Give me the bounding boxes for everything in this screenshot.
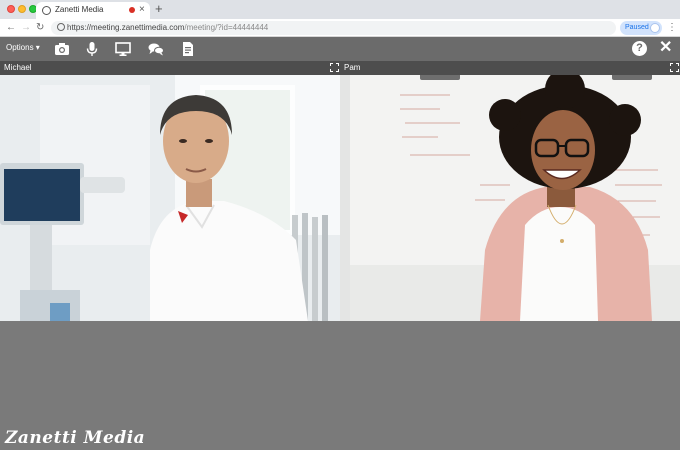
reload-icon[interactable]: ↻ <box>36 21 44 34</box>
video-tile-michael[interactable] <box>0 75 340 321</box>
url-text[interactable]: https://meeting.zanettimedia.com/meeting… <box>67 23 268 32</box>
meeting-control-bar: Options ▾ ? ✕ <box>0 37 680 61</box>
browser-window: Zanetti Media × + ← → ↻ https://meeting.… <box>0 0 680 450</box>
tab-strip: Zanetti Media × + <box>0 0 680 19</box>
profile-status: Paused <box>625 24 649 31</box>
close-window-button[interactable] <box>7 5 15 13</box>
document-icon[interactable] <box>180 41 196 57</box>
tab-close-icon[interactable]: × <box>139 3 145 17</box>
fullscreen-michael-icon[interactable] <box>330 63 339 72</box>
browser-menu-icon[interactable]: ⋮ <box>667 21 677 34</box>
url-path: /meeting/?id=44444444 <box>184 23 269 32</box>
video-feed-pam <box>340 75 680 321</box>
chat-icon[interactable] <box>148 41 164 57</box>
back-arrow-icon[interactable]: ← <box>6 21 16 34</box>
video-tile-pam[interactable] <box>340 75 680 321</box>
microphone-icon[interactable] <box>84 41 100 57</box>
site-info-icon[interactable] <box>57 23 65 31</box>
camera-icon[interactable] <box>54 41 70 57</box>
help-icon[interactable]: ? <box>632 41 647 56</box>
options-menu-button[interactable]: Options ▾ <box>6 43 40 52</box>
favicon-icon <box>42 6 51 15</box>
participant-name-bar: Michael Pam <box>0 61 680 75</box>
leave-meeting-icon[interactable]: ✕ <box>659 40 672 56</box>
avatar <box>650 23 660 33</box>
minimize-window-button[interactable] <box>18 5 26 13</box>
forward-arrow-icon[interactable]: → <box>21 21 31 34</box>
participant-name-michael: Michael <box>4 63 32 72</box>
tab-title: Zanetti Media <box>55 5 104 14</box>
participant-name-pam: Pam <box>344 63 361 72</box>
screen-share-icon[interactable] <box>115 41 131 57</box>
brand-logo: Zanetti Media <box>5 428 146 448</box>
url-host: https://meeting.zanettimedia.com <box>67 23 185 32</box>
recording-indicator-icon <box>129 7 135 13</box>
new-tab-button[interactable]: + <box>155 1 163 17</box>
fullscreen-pam-icon[interactable] <box>670 63 679 72</box>
profile-button[interactable]: Paused <box>620 21 662 35</box>
browser-tab[interactable]: Zanetti Media × <box>36 2 150 19</box>
video-feed-michael <box>0 75 340 321</box>
browser-toolbar: ← → ↻ https://meeting.zanettimedia.com/m… <box>0 19 680 37</box>
address-bar[interactable]: https://meeting.zanettimedia.com/meeting… <box>51 21 616 35</box>
